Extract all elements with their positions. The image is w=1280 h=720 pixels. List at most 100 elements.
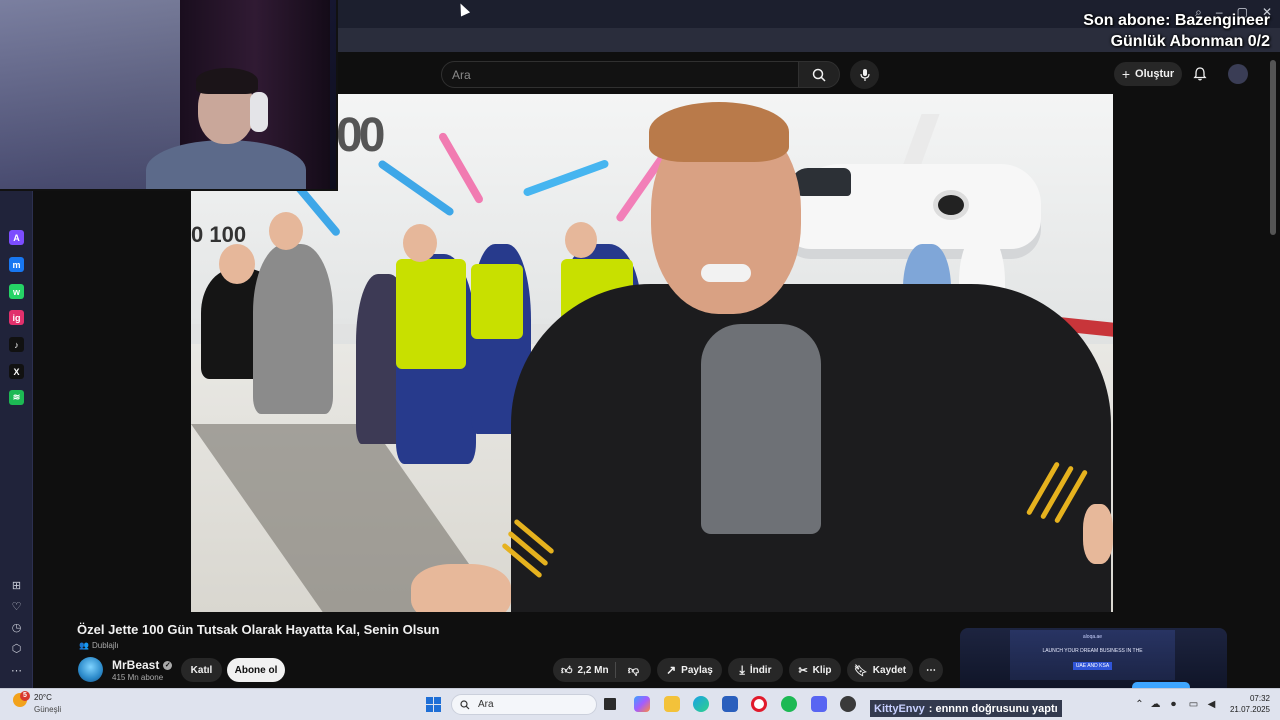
apps-grid-icon[interactable]: ⊞ [9, 579, 24, 594]
video-title: Özel Jette 100 Gün Tutsak Olarak Hayatta… [77, 622, 440, 637]
screen: ⌕ – ▢ ✕ Am w ig ♪ X ≋ ⊞ ♡ ◷ ⬡ ⋯ Ara + Oluştur… [0, 0, 1280, 720]
stream-chat-message: KittyEnvy : ennnn doğrusunu yaptı [870, 700, 1062, 717]
share-label: Paylaş [681, 664, 713, 676]
task-view-icon[interactable] [604, 698, 616, 710]
box-icon[interactable]: ⬡ [9, 642, 24, 657]
download-label: İndir [749, 664, 772, 676]
search-button[interactable] [798, 61, 840, 88]
thumbs-down-icon: 👎︎ [627, 664, 640, 677]
more-actions-button[interactable]: ⋯ [919, 658, 943, 682]
download-icon: ⤓ [739, 662, 745, 677]
verified-icon: ✓ [163, 660, 173, 670]
video-host-mouth [701, 264, 751, 282]
channel-name-text: MrBeast [112, 658, 160, 672]
dislike-button[interactable]: 👎︎ [616, 664, 651, 677]
taskbar-search-label: Ara [478, 699, 494, 710]
dubbed-badge: 👥 Dublajlı [79, 640, 119, 651]
microphone-icon [859, 68, 870, 81]
app-icon[interactable] [840, 696, 856, 712]
voice-search-button[interactable] [850, 60, 879, 89]
last-subscriber-text: Son abone: Bazengineer [1083, 12, 1270, 29]
x-icon[interactable]: X [9, 364, 24, 379]
video-person [253, 244, 333, 414]
network-icon[interactable]: ▭ [1188, 699, 1199, 710]
chat-username: KittyEnvy [874, 702, 925, 715]
sidebar-ad-card[interactable]: aloqa.ae LAUNCH YOUR DREAM BUSINESS IN T… [960, 628, 1227, 688]
join-button[interactable]: Katıl [181, 658, 222, 682]
cloud-icon[interactable]: ☁ [1150, 699, 1161, 710]
account-avatar[interactable] [1228, 64, 1248, 84]
video-jet-engine [933, 190, 969, 220]
channel-avatar[interactable] [78, 657, 103, 682]
page-scrollbar[interactable] [1270, 60, 1276, 235]
aria-icon[interactable]: A [9, 230, 24, 245]
bookmark-icon: 🔖︎ [853, 664, 868, 677]
ad-logo: aloqa.ae [1082, 634, 1103, 640]
search-input[interactable]: Ara [441, 61, 799, 88]
video-person-head [565, 222, 597, 258]
daily-subscriber-goal: Günlük Abonman 0/2 [1110, 33, 1270, 50]
tiktok-icon[interactable]: ♪ [9, 337, 24, 352]
share-icon: ↗ [666, 663, 677, 677]
video-safety-vest [471, 264, 523, 339]
store-icon[interactable] [722, 696, 738, 712]
volume-icon[interactable]: ◀ [1206, 699, 1217, 710]
chevron-up-icon[interactable]: ⌃ [1134, 699, 1145, 710]
notifications-bell-icon[interactable] [1192, 66, 1208, 82]
download-button[interactable]: ⤓ İndir [728, 658, 783, 682]
video-host-hair [649, 102, 789, 162]
search-icon [460, 699, 470, 709]
clip-label: Klip [812, 664, 832, 676]
weather-badge: 5 [20, 691, 30, 701]
create-label: Oluştur [1135, 68, 1175, 80]
webcam-streamer-body [146, 140, 306, 189]
webcam-streamer-hair [196, 68, 258, 94]
video-host-hand [411, 564, 511, 612]
opera-icon[interactable] [751, 696, 767, 712]
create-button[interactable]: + Oluştur [1114, 62, 1182, 86]
video-person-head [269, 212, 303, 250]
more-icon[interactable]: ⋯ [9, 664, 24, 679]
like-dislike-group: 👍︎ 2,2 Mn 👎︎ [553, 658, 651, 682]
like-button[interactable]: 👍︎ 2,2 Mn [553, 664, 615, 677]
video-jet-window [791, 168, 851, 196]
microphone-icon[interactable]: ⏺ [1168, 699, 1179, 710]
edge-icon[interactable] [693, 696, 709, 712]
clock-date: 21.07.2025 [1229, 705, 1270, 714]
video-host-hand [1083, 504, 1113, 564]
windows-start-icon[interactable] [426, 697, 441, 712]
webcam-headset [250, 92, 268, 132]
weather-description[interactable]: Güneşli [34, 705, 61, 714]
video-person-head [403, 224, 437, 262]
ad-highlight: UAE AND KSA [1072, 662, 1113, 670]
spotify-icon[interactable]: ≋ [9, 390, 24, 405]
weather-temperature[interactable]: 20°C [34, 693, 52, 702]
subscribe-button[interactable]: Abone ol [227, 658, 285, 682]
video-host-shirt [701, 324, 821, 534]
history-icon[interactable]: ◷ [9, 621, 24, 636]
thumbs-up-icon: 👍︎ [561, 664, 573, 677]
discord-icon[interactable] [811, 696, 827, 712]
taskbar-search[interactable]: Ara [451, 694, 597, 715]
instagram-icon[interactable]: ig [9, 310, 24, 325]
stream-overlay: Son abone: Bazengineer Günlük Abonman 0/… [1083, 10, 1270, 52]
share-button[interactable]: ↗ Paylaş [657, 658, 722, 682]
copilot-icon[interactable] [634, 696, 650, 712]
streamer-webcam [0, 0, 338, 191]
messenger-icon[interactable]: m [9, 257, 24, 272]
chat-text: : ennnn doğrusunu yaptı [928, 702, 1058, 715]
file-explorer-icon[interactable] [664, 696, 680, 712]
save-button[interactable]: 🔖︎ Kaydet [847, 658, 913, 682]
save-label: Kaydet [872, 664, 907, 676]
like-count: 2,2 Mn [577, 664, 609, 676]
ad-headline: LAUNCH YOUR DREAM BUSINESS IN THE [1042, 648, 1143, 654]
heart-icon[interactable]: ♡ [9, 600, 24, 615]
clip-button[interactable]: ✂ Klip [789, 658, 841, 682]
channel-name[interactable]: MrBeast ✓ [112, 658, 173, 672]
people-icon: 👥 [79, 641, 89, 650]
whatsapp-icon[interactable]: w [9, 284, 24, 299]
ad-banner: aloqa.ae LAUNCH YOUR DREAM BUSINESS IN T… [1010, 630, 1175, 680]
system-clock[interactable]: 07:32 21.07.2025 [1226, 693, 1270, 715]
spotify-icon[interactable] [781, 696, 797, 712]
scissors-icon: ✂ [798, 664, 808, 677]
